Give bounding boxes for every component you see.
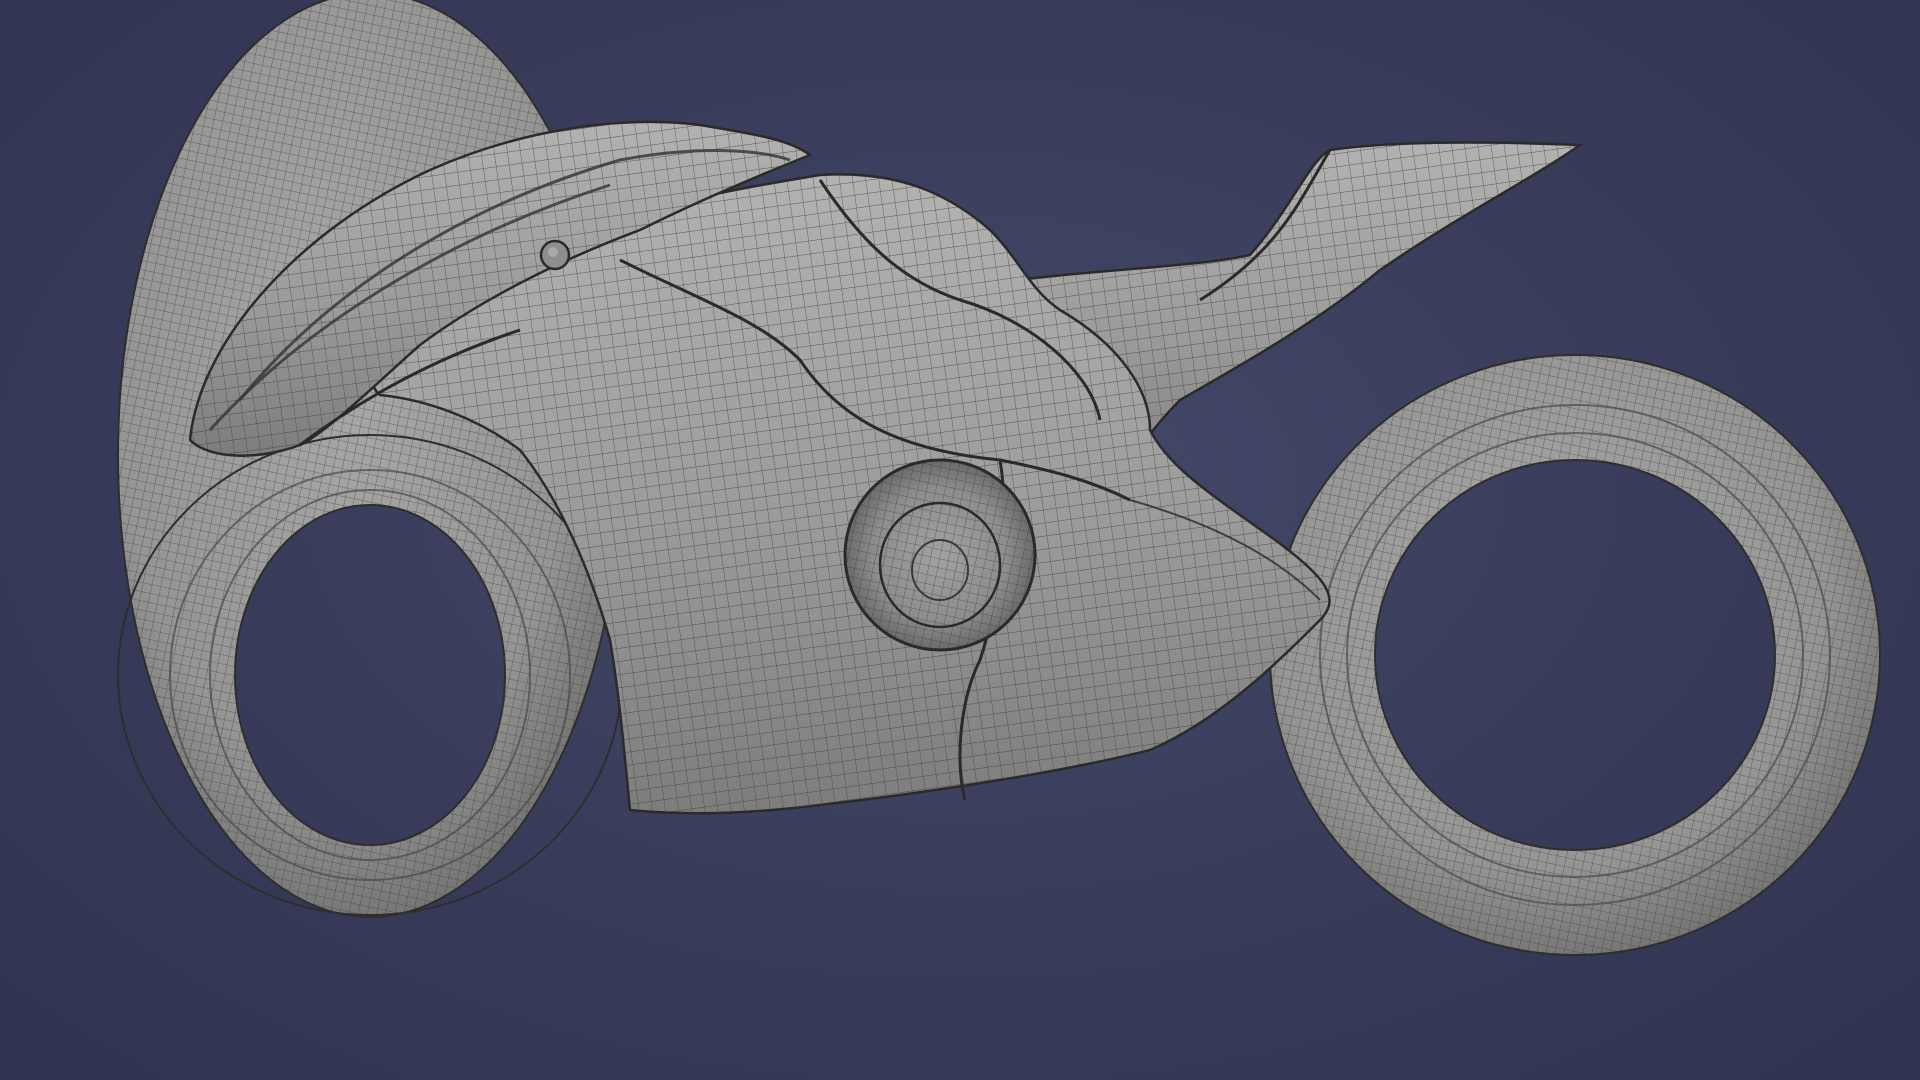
mirror-knob[interactable] [539, 239, 571, 271]
3d-viewport[interactable] [0, 0, 1920, 1080]
motorcycle-model[interactable] [0, 0, 1920, 1080]
front-tire[interactable] [1268, 354, 1882, 956]
swingarm-hub[interactable] [843, 458, 1037, 652]
